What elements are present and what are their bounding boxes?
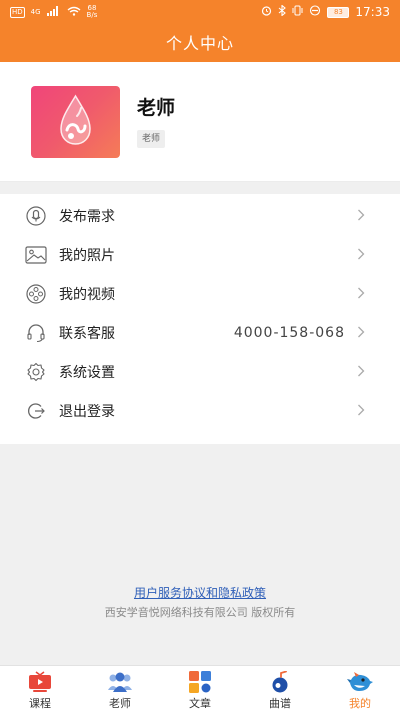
network-label: 4G [30,8,41,16]
menu-item-system-settings[interactable]: 系统设置 [0,352,400,391]
battery-icon: 83 [327,6,350,18]
logout-icon [25,400,47,422]
menu-item-logout[interactable]: 退出登录 [0,391,400,430]
menu-item-label: 发布需求 [59,208,115,225]
profile-name: 老师 [137,97,176,119]
headset-icon [25,322,47,344]
wifi-icon [67,6,81,19]
hd-badge: HD [10,6,25,18]
status-bar: HD 4G 68 B/s 83 17:33 [0,0,400,24]
nav-label: 文章 [189,697,211,710]
nav-label: 曲谱 [269,697,291,710]
alarm-icon [261,5,272,19]
nav-tab-courses[interactable]: 课程 [0,666,80,711]
bluetooth-icon [278,4,287,19]
chevron-right-icon [357,323,365,342]
bird-mascot-icon [347,671,373,693]
avatar[interactable] [31,86,120,158]
vibrate-icon [292,5,303,19]
nav-tab-articles[interactable]: 文章 [160,666,240,711]
clock: 17:33 [355,5,390,19]
menu-item-label: 联系客服 [59,325,115,342]
privacy-policy-link[interactable]: 用户服务协议和隐私政策 [0,584,400,601]
teachers-icon [107,671,133,693]
signal-icon [46,5,61,19]
chevron-right-icon [357,245,365,264]
video-reel-icon [25,283,47,305]
top-bar: HD 4G 68 B/s 83 17:33 个人中心 [0,0,400,62]
nav-tab-sheet-music[interactable]: 曲谱 [240,666,320,711]
nav-tab-mine[interactable]: 我的 [320,666,400,711]
menu-item-my-photos[interactable]: 我的照片 [0,235,400,274]
chevron-right-icon [357,206,365,225]
chevron-right-icon [357,362,365,381]
page-title: 个人中心 [165,34,234,53]
menu-item-label: 系统设置 [59,364,115,381]
article-grid-icon [187,671,213,693]
gear-icon [25,361,47,383]
nav-label: 我的 [349,697,371,710]
course-tv-icon [27,671,53,693]
microphone-icon [25,205,47,227]
menu-item-my-videos[interactable]: 我的视频 [0,274,400,313]
chevron-right-icon [357,401,365,420]
image-icon [25,244,47,266]
droplet-logo-icon [60,94,91,145]
service-phone-number[interactable]: 4000-158-068 [234,325,345,341]
menu-item-publish-request[interactable]: 发布需求 [0,196,400,235]
menu-item-label: 我的视频 [59,286,115,303]
profile-role-badge: 老师 [137,130,166,148]
copyright-text: 西安学音悦网络科技有限公司 版权所有 [104,606,296,619]
music-note-icon [267,671,293,693]
bottom-nav: 课程 老师 文章 曲谱 我的 [0,665,400,711]
profile-card[interactable]: 老师 老师 [0,62,400,182]
net-speed: 68 B/s [86,4,98,19]
menu-item-label: 退出登录 [59,403,115,420]
chevron-right-icon [357,284,365,303]
menu-list: 发布需求 我的照片 我的视频 联系客服 4000-158-068 系统设置 退出… [0,194,400,444]
nav-label: 课程 [29,697,51,710]
menu-item-customer-service[interactable]: 联系客服 4000-158-068 [0,313,400,352]
menu-item-label: 我的照片 [59,247,115,264]
nav-label: 老师 [109,697,131,710]
nav-tab-teachers[interactable]: 老师 [80,666,160,711]
do-not-disturb-icon [309,5,321,19]
